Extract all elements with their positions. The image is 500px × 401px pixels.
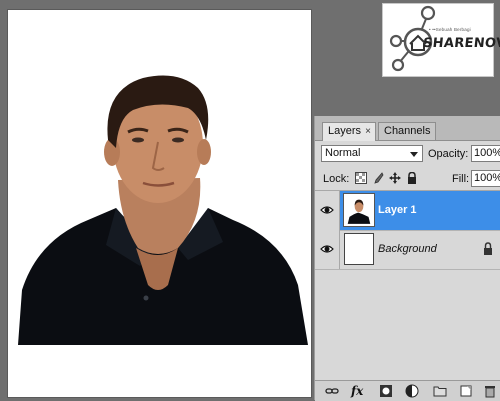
- fill-field[interactable]: 100%: [471, 170, 500, 187]
- blend-mode-select[interactable]: Normal: [321, 145, 423, 162]
- layer-name[interactable]: Layer 1: [378, 204, 417, 216]
- portrait-thumbnail-icon: [346, 196, 372, 224]
- opacity-label: Opacity:: [428, 148, 469, 160]
- visibility-toggle[interactable]: [315, 230, 340, 269]
- opacity-field[interactable]: 100%: [471, 145, 500, 162]
- layers-list: Layer 1 Background: [315, 191, 500, 381]
- lock-all-icon[interactable]: [406, 172, 418, 184]
- watermark-brand: SHARENOVEL: [422, 36, 500, 51]
- link-layers-icon[interactable]: [325, 384, 339, 398]
- document-canvas[interactable]: [8, 10, 311, 397]
- layer-thumbnail: [344, 233, 374, 265]
- tab-layers-label: Layers: [328, 125, 362, 137]
- layer-mask-icon[interactable]: [379, 384, 393, 398]
- blend-mode-value: Normal: [325, 147, 361, 159]
- layer-row-background[interactable]: Background: [315, 230, 500, 270]
- eye-icon: [320, 206, 334, 214]
- chevron-down-icon: [410, 152, 418, 157]
- lock-transparent-icon[interactable]: [355, 172, 367, 184]
- adjustment-layer-icon[interactable]: [405, 384, 419, 398]
- tab-channels-label: Channels: [384, 125, 431, 137]
- tab-layers[interactable]: Layers ×: [322, 122, 376, 141]
- lock-label: Lock:: [323, 173, 350, 185]
- blend-opacity-row: Normal Opacity: 100%: [315, 142, 500, 166]
- lock-paint-icon[interactable]: [372, 172, 384, 184]
- portrait-photo: [18, 75, 308, 345]
- lock-icon: [484, 242, 492, 255]
- delete-layer-icon[interactable]: [483, 384, 497, 398]
- fx-icon[interactable]: fx: [351, 384, 363, 398]
- visibility-toggle[interactable]: [315, 191, 340, 230]
- new-layer-icon[interactable]: [459, 384, 473, 398]
- layer-row-layer-1[interactable]: Layer 1: [315, 191, 500, 231]
- eye-icon: [320, 245, 334, 253]
- layer-name[interactable]: Background: [378, 243, 437, 255]
- lock-move-icon[interactable]: [389, 172, 401, 184]
- watermark-tagline: • ••Sebuah Berbagi: [429, 27, 471, 32]
- panel-tabs: Layers × Channels: [315, 116, 500, 141]
- lock-fill-row: Lock: Fill: 100%: [315, 168, 500, 191]
- sharenovel-watermark: • ••Sebuah Berbagi SHARENOVEL: [382, 3, 500, 77]
- layers-bottom-toolbar: fx: [315, 380, 500, 401]
- layer-thumbnail: [343, 193, 375, 227]
- fill-label: Fill:: [452, 173, 470, 185]
- close-icon[interactable]: ×: [365, 123, 371, 140]
- group-folder-icon[interactable]: [433, 384, 447, 398]
- tab-channels[interactable]: Channels: [378, 122, 436, 140]
- layers-panel: Layers × Channels Normal Opacity: 100% L…: [314, 116, 500, 401]
